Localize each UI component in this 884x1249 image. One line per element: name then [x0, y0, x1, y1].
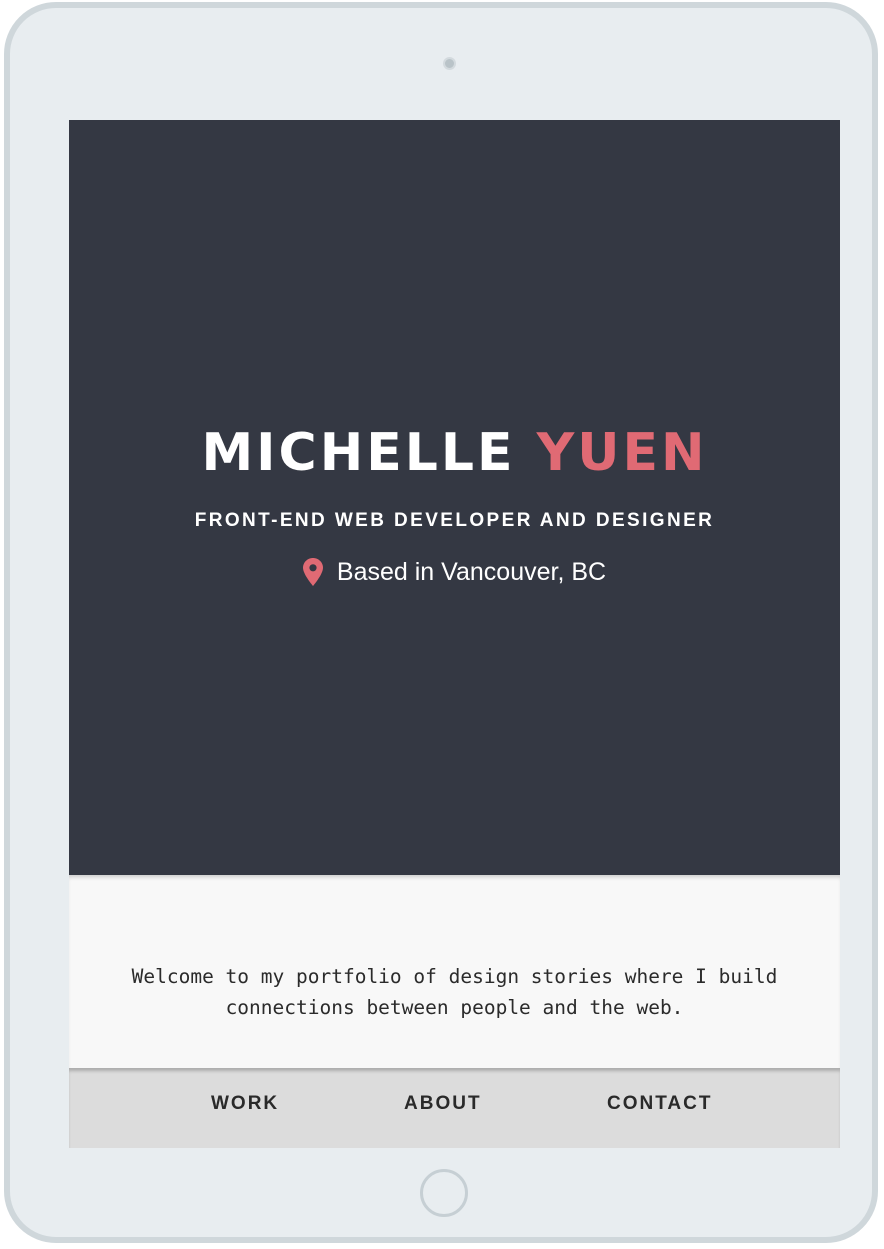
- main-nav: WORK ABOUT CONTACT: [69, 1068, 840, 1148]
- nav-item-work[interactable]: WORK: [211, 1092, 279, 1116]
- map-pin-icon: [302, 558, 323, 586]
- nav-item-about[interactable]: ABOUT: [404, 1092, 482, 1116]
- hero-last-name: YUEN: [536, 423, 708, 483]
- nav-item-contact[interactable]: CONTACT: [607, 1092, 712, 1116]
- camera-dot: [443, 57, 456, 70]
- tablet-frame: MICHELLE YUEN FRONT-END WEB DEVELOPER AN…: [4, 2, 878, 1243]
- hero-section: MICHELLE YUEN FRONT-END WEB DEVELOPER AN…: [69, 120, 840, 875]
- home-button[interactable]: [420, 1169, 468, 1217]
- hero-name: MICHELLE YUEN: [69, 420, 840, 486]
- hero-location-text: Based in Vancouver, BC: [336, 558, 607, 586]
- hero-location: Based in Vancouver, BC: [69, 554, 840, 590]
- screen: MICHELLE YUEN FRONT-END WEB DEVELOPER AN…: [69, 120, 840, 1148]
- intro-text: Welcome to my portfolio of design storie…: [131, 965, 778, 1019]
- intro-section: Welcome to my portfolio of design storie…: [69, 875, 840, 1068]
- hero-first-name: MICHELLE: [201, 423, 516, 483]
- hero-subtitle: FRONT-END WEB DEVELOPER AND DESIGNER: [194, 510, 715, 531]
